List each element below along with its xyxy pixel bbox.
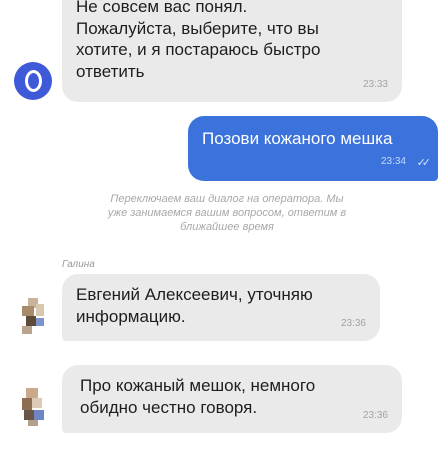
double-check-icon: ✓✓ — [416, 156, 432, 169]
bot-message-text: Не совсем вас понял. Пожалуйста, выберит… — [76, 0, 321, 81]
agent-message-text: Про кожаный мешок, немного обидно честно… — [80, 376, 316, 417]
bot-message-bubble: Не совсем вас понял. Пожалуйста, выберит… — [62, 0, 402, 102]
agent-name: Галина — [62, 259, 95, 270]
agent-avatar — [14, 292, 60, 338]
bot-message-time: 23:33 — [362, 78, 388, 90]
user-message-bubble: Позови кожаного мешка 23:34 ✓✓ — [188, 116, 438, 181]
agent-message-bubble: Евгений Алексеевич, уточняю информацию. … — [62, 274, 380, 341]
agent-avatar — [14, 384, 60, 430]
system-notice: Переключаем ваш диалог на оператора. Мы … — [62, 192, 392, 234]
bot-logo-icon — [24, 70, 42, 92]
user-message-time: 23:34 — [380, 155, 406, 167]
agent-message-time: 23:36 — [340, 317, 366, 329]
system-notice-text: Переключаем ваш диалог на оператора. Мы … — [107, 193, 347, 233]
agent-message-bubble: Про кожаный мешок, немного обидно честно… — [62, 365, 402, 433]
bot-avatar — [14, 62, 52, 100]
agent-message-text: Евгений Алексеевич, уточняю информацию. — [76, 285, 313, 326]
agent-message-time: 23:36 — [362, 409, 388, 421]
user-message-text: Позови кожаного мешка — [202, 129, 393, 148]
